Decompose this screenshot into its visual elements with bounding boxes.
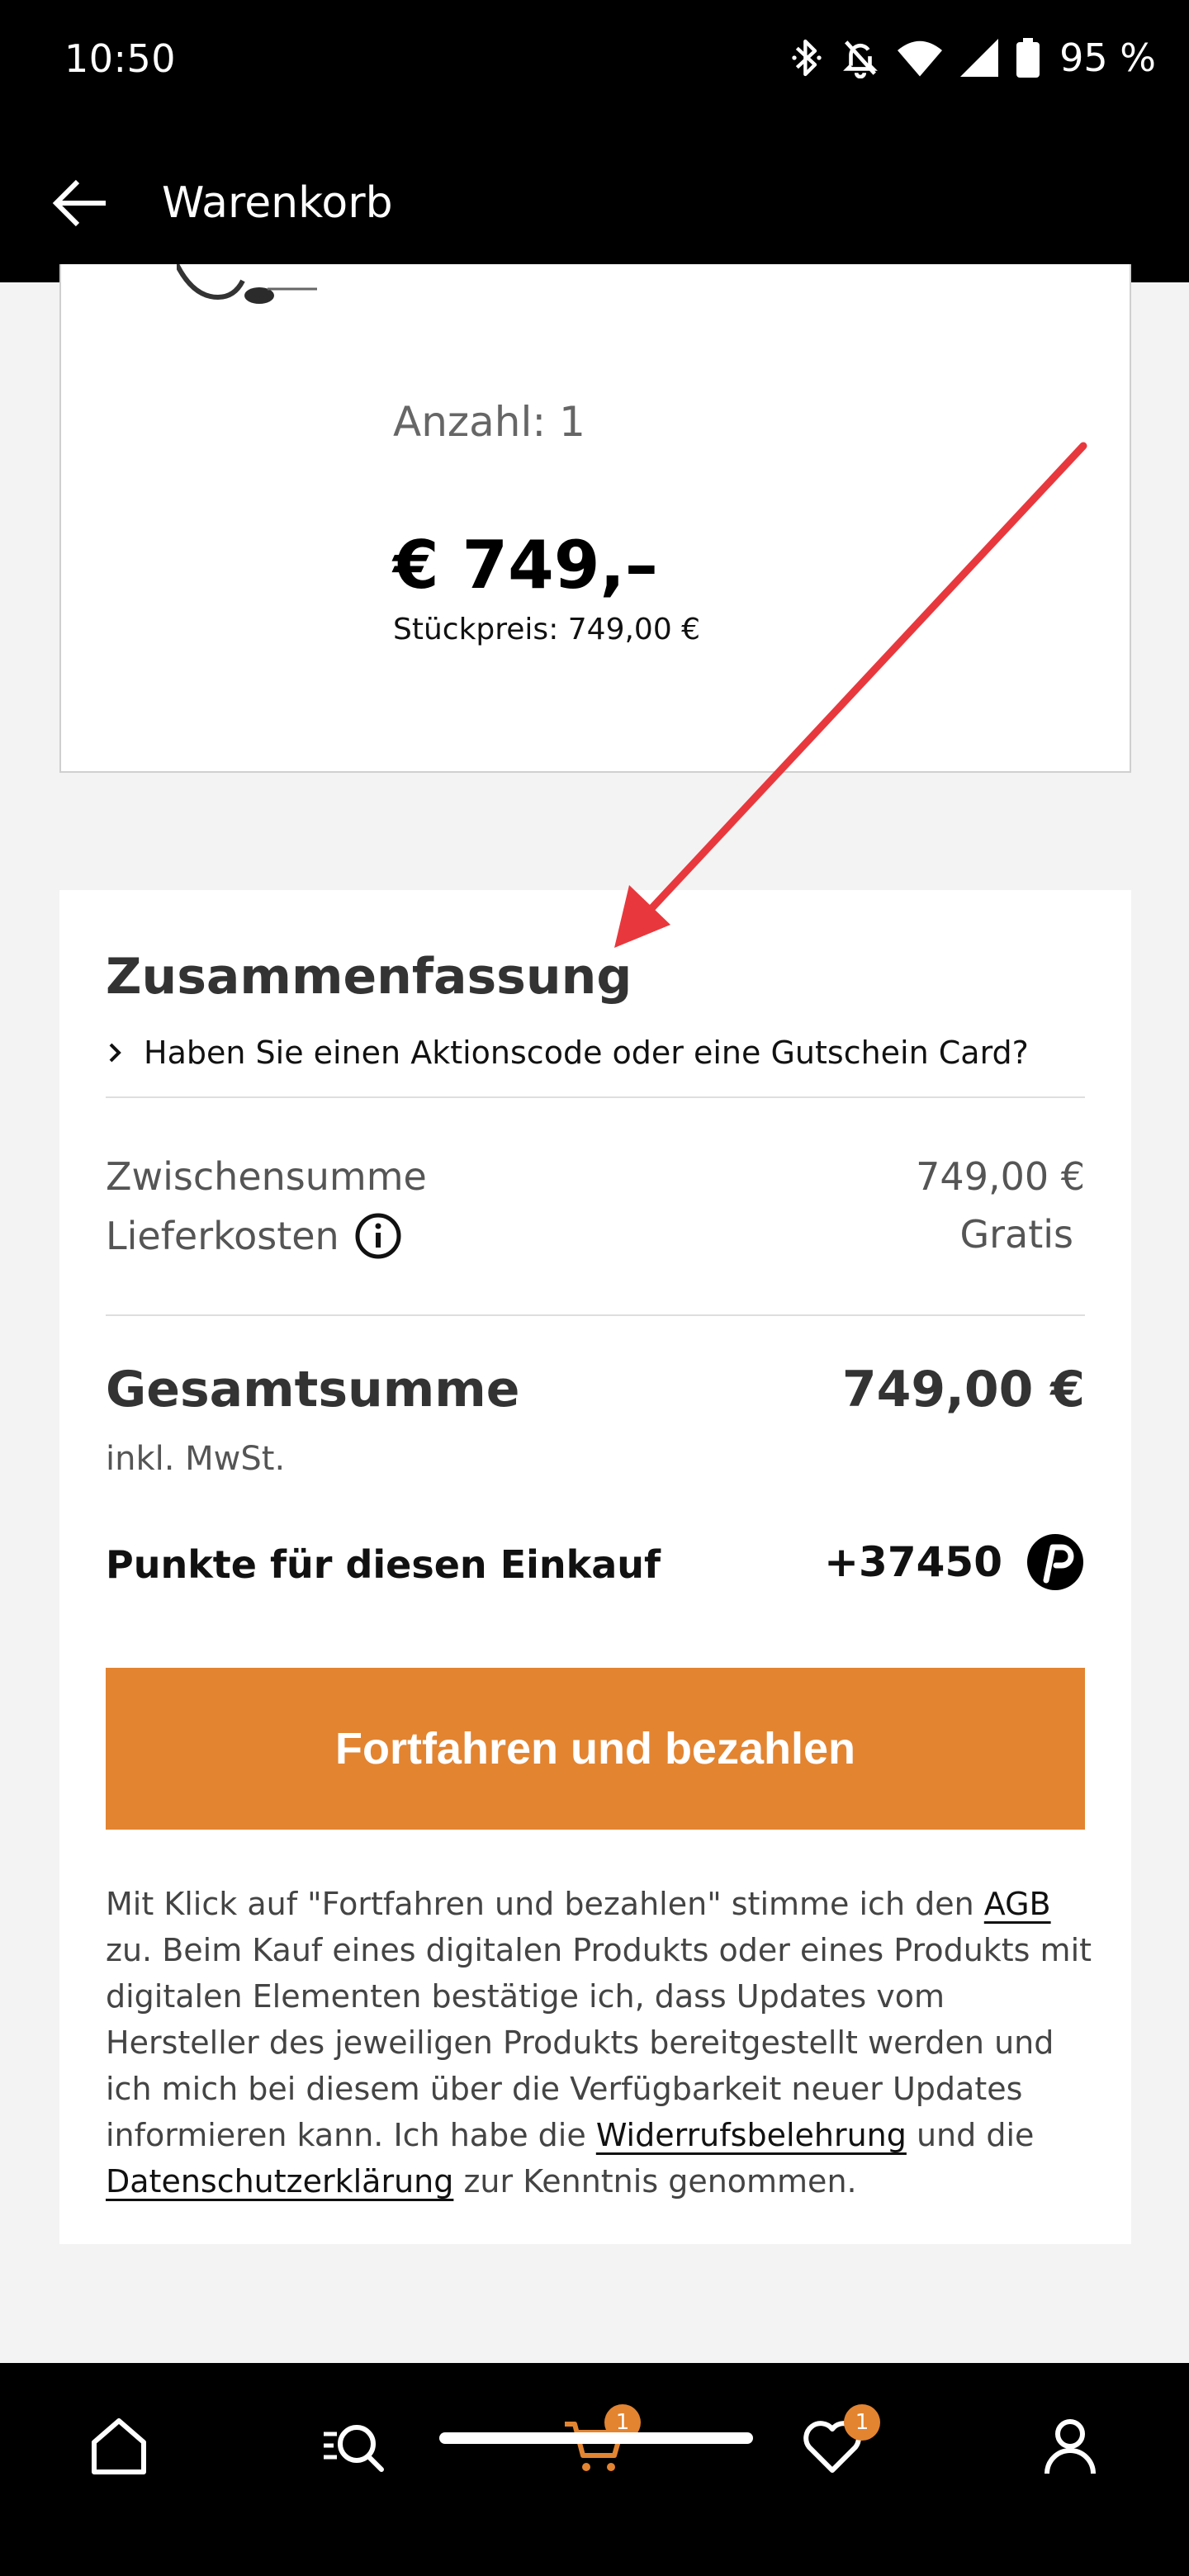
status-icons: 95 %: [790, 33, 1156, 83]
signal-icon: [960, 39, 999, 77]
account-icon: [1045, 2419, 1096, 2474]
home-icon: [92, 2418, 146, 2474]
promo-code-toggle[interactable]: Haben Sie einen Aktionscode oder eine Gu…: [99, 1032, 1029, 1073]
subtotal-value: 749,00 €: [916, 1154, 1085, 1199]
points-value: +37450: [824, 1531, 1085, 1593]
divider: [106, 1096, 1085, 1098]
chevron-right-icon: [109, 1043, 121, 1063]
points-label: Punkte für diesen Einkauf: [106, 1542, 661, 1587]
info-icon[interactable]: [354, 1212, 402, 1260]
status-bar: 10:50 95 %: [0, 0, 1189, 124]
product-card: Anzahl: 1 € 749,– Stückpreis: 749,00 €: [59, 264, 1131, 773]
total-label: Gesamtsumme: [106, 1361, 520, 1418]
product-unit-price: Stückpreis: 749,00 €: [393, 613, 701, 646]
nav-wishlist[interactable]: 1: [783, 2396, 882, 2495]
promo-code-label: Haben Sie einen Aktionscode oder eine Gu…: [144, 1035, 1029, 1071]
home-indicator[interactable]: [439, 2432, 753, 2444]
page-title: Warenkorb: [162, 178, 393, 228]
nav-search[interactable]: [304, 2396, 403, 2495]
shipping-value: Gratis: [959, 1212, 1073, 1257]
nav-cart[interactable]: 1: [545, 2396, 644, 2495]
shipping-row: Lieferkosten Gratis: [106, 1212, 1085, 1262]
legal-text-part: Mit Klick auf "Fortfahren und bezahlen" …: [106, 1886, 984, 1922]
app-bar: Warenkorb: [0, 124, 1189, 282]
bluetooth-icon: [792, 39, 822, 77]
order-summary: Zusammenfassung Haben Sie einen Aktionsc…: [59, 890, 1131, 2244]
agb-link[interactable]: AGB: [984, 1886, 1051, 1922]
legal-text-part: und die: [906, 2117, 1035, 2153]
product-image: [177, 264, 317, 304]
withdrawal-link[interactable]: Widerrufsbelehrung: [596, 2117, 907, 2153]
privacy-link[interactable]: Datenschutzerklärung: [106, 2163, 453, 2200]
divider: [106, 1314, 1085, 1316]
total-value: 749,00 €: [841, 1361, 1085, 1418]
shipping-label: Lieferkosten: [106, 1214, 339, 1258]
vat-note: inkl. MwSt.: [106, 1440, 286, 1478]
subtotal-row: Zwischensumme 749,00 €: [106, 1154, 1085, 1204]
subtotal-label: Zwischensumme: [106, 1154, 427, 1199]
arrow-left-icon[interactable]: [51, 178, 109, 228]
nav-account[interactable]: [1021, 2396, 1120, 2495]
legal-text-part: zur Kenntnis genommen.: [453, 2163, 857, 2200]
wifi-icon: [898, 40, 943, 77]
nav-home[interactable]: [69, 2396, 168, 2495]
checkout-button[interactable]: Fortfahren und bezahlen: [106, 1668, 1085, 1830]
summary-title: Zusammenfassung: [106, 948, 632, 1006]
battery-icon: [1016, 38, 1040, 78]
product-price: € 749,–: [393, 527, 658, 604]
points-amount: +37450: [824, 1538, 1002, 1586]
search-icon: [324, 2425, 384, 2472]
legal-text: Mit Klick auf "Fortfahren und bezahlen" …: [106, 1881, 1097, 2204]
product-quantity: Anzahl: 1: [393, 398, 585, 446]
wishlist-badge: 1: [844, 2404, 880, 2441]
payback-icon: [1027, 1534, 1083, 1590]
battery-percent: 95 %: [1059, 36, 1156, 80]
bell-off-icon: [843, 40, 879, 78]
bottom-nav: 1 1: [0, 2363, 1189, 2576]
status-time: 10:50: [64, 36, 177, 81]
